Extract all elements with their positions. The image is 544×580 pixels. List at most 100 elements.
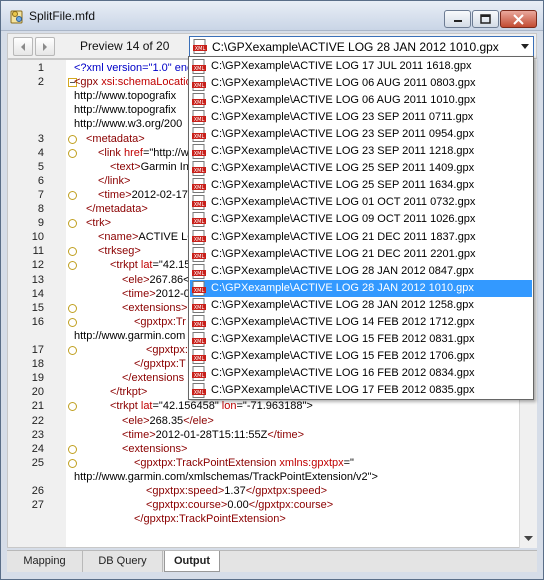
dropdown-file-item[interactable]: XML C:\GPXexample\ACTIVE LOG 25 SEP 2011 … xyxy=(190,177,532,194)
code-token: </extensions xyxy=(122,372,185,385)
line-number xyxy=(8,104,44,117)
fold-marker-icon[interactable] xyxy=(68,190,77,200)
line-number: 21 xyxy=(31,400,44,413)
line-number: 11 xyxy=(32,245,44,258)
tab-mapping[interactable]: Mapping xyxy=(7,551,83,572)
line-number: 8 xyxy=(37,203,44,215)
line-number: 27 xyxy=(31,499,44,512)
dropdown-file-label: C:\GPXexample\ACTIVE LOG 21 DEC 2011 220… xyxy=(211,247,476,260)
dropdown-file-item[interactable]: XML C:\GPXexample\ACTIVE LOG 06 AUG 2011 … xyxy=(190,92,532,109)
close-icon xyxy=(513,13,524,25)
fold-marker-icon[interactable] xyxy=(68,317,77,327)
fold-marker-icon[interactable] xyxy=(68,303,77,313)
gpx-file-icon: XML xyxy=(192,246,206,262)
svg-text:XML: XML xyxy=(194,288,205,294)
tab-db-query[interactable]: DB Query xyxy=(83,551,163,572)
code-token: </trkpt> xyxy=(110,386,148,399)
gpx-file-icon: XML xyxy=(192,314,206,330)
file-dropdown-list[interactable]: XML C:\GPXexample\ACTIVE LOG 17 JUL 2011 … xyxy=(188,56,534,400)
code-token: xmlns:gpxtpx xyxy=(279,456,344,469)
fold-marker-icon[interactable] xyxy=(68,247,77,257)
dropdown-file-label: C:\GPXexample\ACTIVE LOG 25 SEP 2011 163… xyxy=(211,179,475,192)
dropdown-file-item[interactable]: XML C:\GPXexample\ACTIVE LOG 25 SEP 2011 … xyxy=(190,160,532,177)
tab-output[interactable]: Output xyxy=(164,551,220,572)
dropdown-file-label: C:\GPXexample\ACTIVE LOG 09 OCT 2011 102… xyxy=(211,213,476,226)
code-line: <gpxtpx:speed>1.37</gpxtpx:speed> xyxy=(146,485,327,498)
code-line: <metadata> xyxy=(86,133,145,146)
code-token: </metadata> xyxy=(86,203,148,215)
dropdown-file-item[interactable]: XML C:\GPXexample\ACTIVE LOG 21 DEC 2011 … xyxy=(190,246,532,263)
dropdown-file-item[interactable]: XML C:\GPXexample\ACTIVE LOG 23 SEP 2011 … xyxy=(190,143,532,160)
scroll-down-arrow-icon[interactable] xyxy=(524,536,533,542)
minimize-button[interactable] xyxy=(444,10,471,28)
code-line: <gpx xsi:schemaLocatio xyxy=(74,76,192,89)
gpx-file-icon: XML xyxy=(192,178,206,194)
fold-marker-icon[interactable] xyxy=(68,346,77,355)
line-number xyxy=(8,118,44,131)
code-token: </link> xyxy=(98,174,131,187)
code-line: <trkseg> xyxy=(98,245,141,258)
code-token: </time> xyxy=(267,428,305,441)
fold-marker-icon[interactable] xyxy=(68,402,77,412)
gpx-file-icon: XML xyxy=(192,93,206,109)
dropdown-file-item[interactable]: XML C:\GPXexample\ACTIVE LOG 21 DEC 2011 … xyxy=(190,229,532,246)
title-bar[interactable]: SplitFile.mfd xyxy=(1,1,543,31)
code-token: </gpxtpx:TrackPointExtension> xyxy=(134,513,286,526)
dropdown-file-item[interactable]: XML C:\GPXexample\ACTIVE LOG 09 OCT 2011 … xyxy=(190,211,532,228)
code-token: 267.86< xyxy=(149,273,190,286)
dropdown-file-item[interactable]: XML C:\GPXexample\ACTIVE LOG 01 OCT 2011 … xyxy=(190,194,532,211)
dropdown-file-item[interactable]: XML C:\GPXexample\ACTIVE LOG 23 SEP 2011 … xyxy=(190,109,532,126)
dropdown-file-item[interactable]: XML C:\GPXexample\ACTIVE LOG 17 JUL 2011 … xyxy=(190,58,532,75)
code-line: <gpxtpx:TrackPointExtension xmlns:gpxtpx… xyxy=(134,457,354,470)
code-token: 2012-01-28T15:11:55Z xyxy=(155,428,268,441)
code-token: 2012-0 xyxy=(155,287,190,300)
line-number xyxy=(8,471,44,484)
fold-marker-icon[interactable] xyxy=(68,148,77,158)
dropdown-toggle[interactable] xyxy=(516,37,533,56)
previous-preview-button[interactable] xyxy=(13,37,33,56)
close-button[interactable] xyxy=(500,10,537,28)
code-token: ="42.15 xyxy=(152,259,191,272)
fold-marker-icon[interactable] xyxy=(68,458,77,468)
dropdown-file-label: C:\GPXexample\ACTIVE LOG 16 FEB 2012 083… xyxy=(211,366,475,379)
fold-marker-icon[interactable] xyxy=(68,444,77,454)
dropdown-file-item[interactable]: XML C:\GPXexample\ACTIVE LOG 17 FEB 2012 … xyxy=(190,382,532,399)
selected-file-text: C:\GPXexample\ACTIVE LOG 28 JAN 2012 101… xyxy=(212,40,499,54)
svg-text:XML: XML xyxy=(194,83,205,89)
code-token: lat xyxy=(140,259,153,272)
mapforce-app-icon xyxy=(10,10,23,24)
code-token: =" xyxy=(343,456,354,469)
svg-text:XML: XML xyxy=(194,254,205,260)
fold-marker-icon[interactable] xyxy=(68,134,77,144)
maximize-button[interactable] xyxy=(472,10,499,28)
dropdown-file-item[interactable]: XML C:\GPXexample\ACTIVE LOG 16 FEB 2012 … xyxy=(190,365,532,382)
gpx-file-icon: XML xyxy=(192,348,206,364)
code-token: <ele> xyxy=(122,414,150,427)
fold-marker-icon[interactable] xyxy=(68,219,77,229)
next-preview-button[interactable] xyxy=(35,37,55,56)
dropdown-file-label: C:\GPXexample\ACTIVE LOG 17 JUL 2011 161… xyxy=(211,60,472,72)
dropdown-file-label: C:\GPXexample\ACTIVE LOG 28 JAN 2012 101… xyxy=(211,281,474,294)
dropdown-file-item[interactable]: XML C:\GPXexample\ACTIVE LOG 15 FEB 2012 … xyxy=(190,331,532,348)
code-line: <ele>268.35</ele> xyxy=(122,415,214,428)
code-line: </gpxtpx:TrackPointExtension> xyxy=(134,513,286,526)
code-token: 2012-02-17 xyxy=(131,188,188,201)
dropdown-file-item[interactable]: XML C:\GPXexample\ACTIVE LOG 15 FEB 2012 … xyxy=(190,348,532,365)
fold-marker-icon[interactable] xyxy=(68,261,77,271)
code-line: </link> xyxy=(98,175,130,188)
output-file-select[interactable]: XML C:\GPXexample\ACTIVE LOG 28 JAN 2012… xyxy=(189,36,534,57)
dropdown-file-item[interactable]: XML C:\GPXexample\ACTIVE LOG 28 JAN 2012 … xyxy=(190,263,532,280)
gpx-file-icon: XML xyxy=(192,127,206,143)
svg-text:XML: XML xyxy=(194,390,205,396)
dropdown-file-item[interactable]: XML C:\GPXexample\ACTIVE LOG 28 JAN 2012 … xyxy=(190,297,532,314)
dropdown-file-item[interactable]: XML C:\GPXexample\ACTIVE LOG 28 JAN 2012 … xyxy=(190,279,532,297)
dropdown-file-label: C:\GPXexample\ACTIVE LOG 28 JAN 2012 125… xyxy=(211,298,474,311)
dropdown-file-item[interactable]: XML C:\GPXexample\ACTIVE LOG 06 AUG 2011 … xyxy=(190,75,532,92)
code-token: </gpxtpx:T xyxy=(134,358,186,371)
code-token: <time> xyxy=(122,428,156,441)
gpx-file-icon: XML xyxy=(193,39,207,54)
preview-counter: Preview 14 of 20 xyxy=(80,39,170,53)
svg-text:XML: XML xyxy=(194,322,205,328)
dropdown-file-item[interactable]: XML C:\GPXexample\ACTIVE LOG 14 FEB 2012 … xyxy=(190,314,532,331)
dropdown-file-item[interactable]: XML C:\GPXexample\ACTIVE LOG 23 SEP 2011 … xyxy=(190,126,532,143)
